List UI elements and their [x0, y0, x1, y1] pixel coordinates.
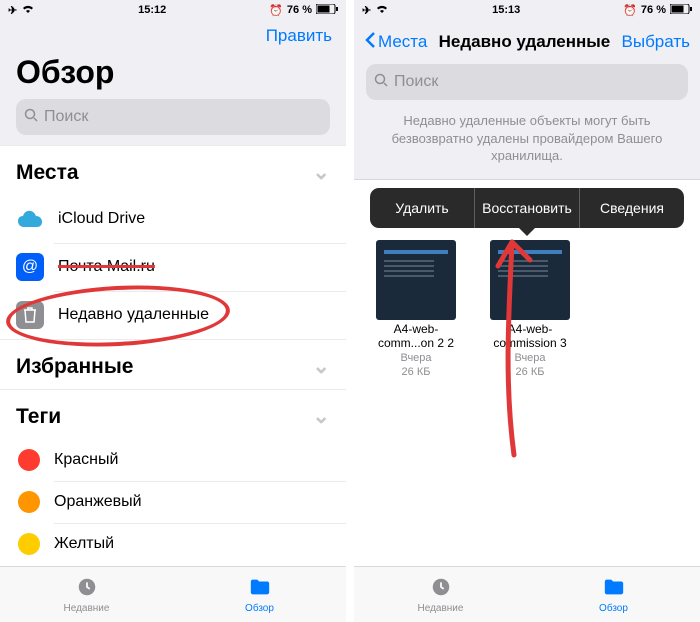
folder-icon: [602, 576, 626, 601]
file-date: Вчера: [514, 352, 545, 364]
alarm-icon: ⏰: [269, 4, 283, 17]
right-screen: ✈ 15:13 ⏰ 76 % Места Недавно удаленные В…: [354, 0, 700, 622]
back-button[interactable]: Места: [364, 31, 427, 54]
wifi-icon: [21, 4, 35, 17]
chevron-down-icon: ⌄: [312, 404, 330, 429]
clock-icon: [75, 576, 99, 601]
page-title: Обзор: [16, 54, 330, 91]
search-icon: [374, 73, 388, 92]
icloud-icon: [16, 205, 44, 233]
place-icloud[interactable]: iCloud Drive: [0, 195, 346, 243]
nav-title: Недавно удаленные: [439, 32, 611, 52]
search-input[interactable]: Поиск: [16, 99, 330, 135]
airplane-icon: ✈: [362, 4, 371, 17]
tag-dot-icon: [18, 449, 40, 471]
tab-recents[interactable]: Недавние: [354, 567, 527, 622]
row-label: Красный: [54, 451, 118, 469]
chevron-down-icon: ⌄: [312, 160, 330, 185]
search-icon: [24, 108, 38, 127]
trash-icon: [16, 301, 44, 329]
tag-dot-icon: [18, 533, 40, 555]
file-item[interactable]: A4-web-comm...on 2 2 Вчера 26 КБ: [366, 240, 466, 378]
file-size: 26 КБ: [516, 366, 545, 378]
status-time: 15:13: [492, 4, 520, 16]
nav-bar: Править: [0, 20, 346, 46]
section-places[interactable]: Места ⌄: [0, 145, 346, 195]
row-label: Недавно удаленные: [58, 306, 209, 324]
airplane-icon: ✈: [8, 4, 17, 17]
file-grid: Удалить Восстановить Сведения A4-web-com…: [354, 180, 700, 390]
search-placeholder: Поиск: [394, 73, 438, 91]
section-favorites[interactable]: Избранные ⌄: [0, 339, 346, 389]
mailru-icon: @: [16, 253, 44, 281]
file-date: Вчера: [400, 352, 431, 364]
file-size: 26 КБ: [402, 366, 431, 378]
left-screen: ✈ 15:12 ⏰ 76 % Править Обзор Поиск Места: [0, 0, 346, 622]
file-thumbnail: [376, 240, 456, 320]
file-item[interactable]: A4-web-commission 3 Вчера 26 КБ: [480, 240, 580, 378]
menu-info[interactable]: Сведения: [579, 188, 684, 228]
folder-icon: [248, 576, 272, 601]
clock-icon: [429, 576, 453, 601]
battery-icon: [316, 4, 338, 17]
tag-orange[interactable]: Оранжевый: [0, 481, 346, 523]
search-placeholder: Поиск: [44, 108, 88, 126]
place-recently-deleted[interactable]: Недавно удаленные: [0, 291, 346, 339]
edit-button[interactable]: Править: [266, 26, 332, 46]
status-bar: ✈ 15:13 ⏰ 76 %: [354, 0, 700, 20]
tab-recents[interactable]: Недавние: [0, 567, 173, 622]
section-tags[interactable]: Теги ⌄: [0, 389, 346, 439]
battery-percent: 76 %: [641, 4, 666, 16]
row-label: Оранжевый: [54, 493, 142, 511]
place-mailru[interactable]: @ Почта Mail.ru: [0, 243, 346, 291]
row-label: Почта Mail.ru: [58, 258, 155, 276]
menu-delete[interactable]: Удалить: [370, 188, 474, 228]
chevron-left-icon: [364, 31, 376, 54]
tag-dot-icon: [18, 491, 40, 513]
tab-bar: Недавние Обзор: [0, 566, 346, 622]
row-label: iCloud Drive: [58, 210, 145, 228]
battery-icon: [670, 4, 692, 17]
large-title-area: Обзор Поиск: [0, 46, 346, 145]
status-bar: ✈ 15:12 ⏰ 76 %: [0, 0, 346, 20]
tab-browse[interactable]: Обзор: [173, 567, 346, 622]
menu-restore[interactable]: Восстановить: [474, 188, 579, 228]
wifi-icon: [375, 4, 389, 17]
tag-yellow[interactable]: Желтый: [0, 523, 346, 565]
nav-bar: Места Недавно удаленные Выбрать: [354, 20, 700, 64]
browse-list: Места ⌄ iCloud Drive @ Почта Mail.ru Нед…: [0, 145, 346, 565]
select-button[interactable]: Выбрать: [622, 32, 690, 52]
status-time: 15:12: [138, 4, 166, 16]
context-menu: Удалить Восстановить Сведения: [370, 188, 684, 228]
file-name: A4-web-commission 3: [480, 322, 580, 350]
tab-bar: Недавние Обзор: [354, 566, 700, 622]
info-banner: Недавно удаленные объекты могут быть без…: [354, 110, 700, 180]
alarm-icon: ⏰: [623, 4, 637, 17]
tag-red[interactable]: Красный: [0, 439, 346, 481]
search-input[interactable]: Поиск: [366, 64, 688, 100]
file-name: A4-web-comm...on 2 2: [366, 322, 466, 350]
file-thumbnail: [490, 240, 570, 320]
chevron-down-icon: ⌄: [312, 354, 330, 379]
tab-browse[interactable]: Обзор: [527, 567, 700, 622]
battery-percent: 76 %: [287, 4, 312, 16]
row-label: Желтый: [54, 535, 114, 553]
